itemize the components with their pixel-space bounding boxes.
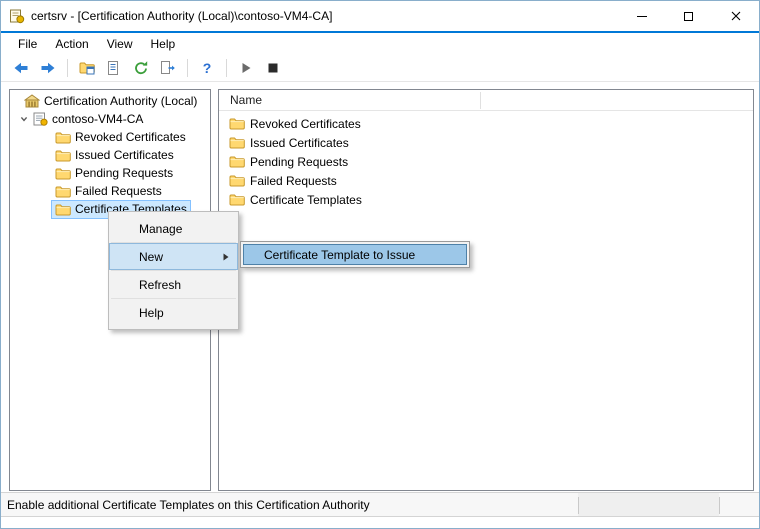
context-menu-item-refresh[interactable]: Refresh [109,271,238,298]
list-item-revoked-certificates[interactable]: Revoked Certificates [219,114,753,133]
context-menu-item-help[interactable]: Help [109,299,238,326]
folder-icon [55,149,71,162]
start-service-icon[interactable] [236,58,256,78]
folder-icon [229,117,245,130]
forward-icon[interactable] [38,58,58,78]
app-icon [9,8,25,24]
status-divider [719,497,720,514]
status-divider [578,497,579,514]
window-controls [618,1,759,31]
list-item-label: Revoked Certificates [250,117,361,131]
toolbar-separator [187,59,188,77]
folder-icon [229,136,245,149]
minimize-icon [637,16,647,17]
list-item-label: Certificate Templates [250,193,362,207]
window-title: certsrv - [Certification Authority (Loca… [31,9,332,23]
submenu-arrow-icon [223,253,229,261]
context-menu: Manage New Refresh Help [108,211,239,330]
export-icon[interactable] [158,58,178,78]
toolbar-separator [226,59,227,77]
context-menu-item-new[interactable]: New [109,243,238,270]
minimize-button[interactable] [618,1,665,31]
back-icon[interactable] [11,58,31,78]
column-header-label: Name [230,93,262,107]
tree-item-revoked-certificates[interactable]: Revoked Certificates [10,128,210,146]
menu-help[interactable]: Help [142,34,185,54]
toolbar: ? [1,55,759,82]
help-icon[interactable]: ? [197,58,217,78]
results-pane: Name Revoked Certificates Issued Certifi… [218,89,754,491]
context-submenu: Certificate Template to Issue [240,241,470,268]
toolbar-separator [67,59,68,77]
tree-item-certification-authority[interactable]: Certification Authority (Local) [10,92,210,110]
context-menu-label: New [139,250,163,264]
context-menu-label: Help [139,306,164,320]
maximize-button[interactable] [665,1,712,31]
list-item-pending-requests[interactable]: Pending Requests [219,152,753,171]
folder-icon [229,155,245,168]
list-item-label: Failed Requests [250,174,337,188]
submenu-item-certificate-template-to-issue[interactable]: Certificate Template to Issue [243,244,467,265]
column-header-name[interactable]: Name [219,90,753,111]
folder-icon [55,203,71,216]
context-menu-item-manage[interactable]: Manage [109,215,238,242]
list-item-label: Pending Requests [250,155,348,169]
status-panel [578,493,719,516]
export-list-icon[interactable] [104,58,124,78]
folder-icon [55,131,71,144]
console-tree-icon[interactable] [77,58,97,78]
tree-item-contoso-vm4-ca[interactable]: contoso-VM4-CA [10,110,210,128]
menu-bar: File Action View Help [1,33,759,55]
folder-icon [229,174,245,187]
tree-item-label: Failed Requests [75,184,162,198]
column-divider[interactable] [480,92,481,109]
folder-icon [55,167,71,180]
tree-item-label: Pending Requests [75,166,173,180]
tree-item-failed-requests[interactable]: Failed Requests [10,182,210,200]
chevron-expanded-icon[interactable] [18,114,30,124]
close-icon [731,11,741,21]
list-rows: Revoked Certificates Issued Certificates… [219,111,753,209]
list-item-label: Issued Certificates [250,136,349,150]
menu-view[interactable]: View [98,34,142,54]
folder-icon [55,185,71,198]
context-menu-label: Refresh [139,278,181,292]
tree-item-label: contoso-VM4-CA [52,112,143,126]
maximize-icon [684,12,693,21]
tree-item-label: Certification Authority (Local) [44,94,197,108]
list-item-failed-requests[interactable]: Failed Requests [219,171,753,190]
tree-item-label: Revoked Certificates [75,130,186,144]
certification-authority-icon [24,94,40,108]
close-button[interactable] [712,1,759,31]
stop-service-icon[interactable] [263,58,283,78]
ca-certificate-icon [33,112,48,126]
list-item-certificate-templates[interactable]: Certificate Templates [219,190,753,209]
status-bar: Enable additional Certificate Templates … [1,492,759,517]
title-bar[interactable]: certsrv - [Certification Authority (Loca… [1,1,759,31]
tree-item-pending-requests[interactable]: Pending Requests [10,164,210,182]
certsrv-window: certsrv - [Certification Authority (Loca… [0,0,760,529]
list-item-issued-certificates[interactable]: Issued Certificates [219,133,753,152]
status-text: Enable additional Certificate Templates … [1,498,370,512]
menu-file[interactable]: File [9,34,46,54]
menu-action[interactable]: Action [46,34,97,54]
folder-icon [229,193,245,206]
tree-item-label: Issued Certificates [75,148,174,162]
refresh-icon[interactable] [131,58,151,78]
context-menu-label: Manage [139,222,182,236]
tree-item-issued-certificates[interactable]: Issued Certificates [10,146,210,164]
